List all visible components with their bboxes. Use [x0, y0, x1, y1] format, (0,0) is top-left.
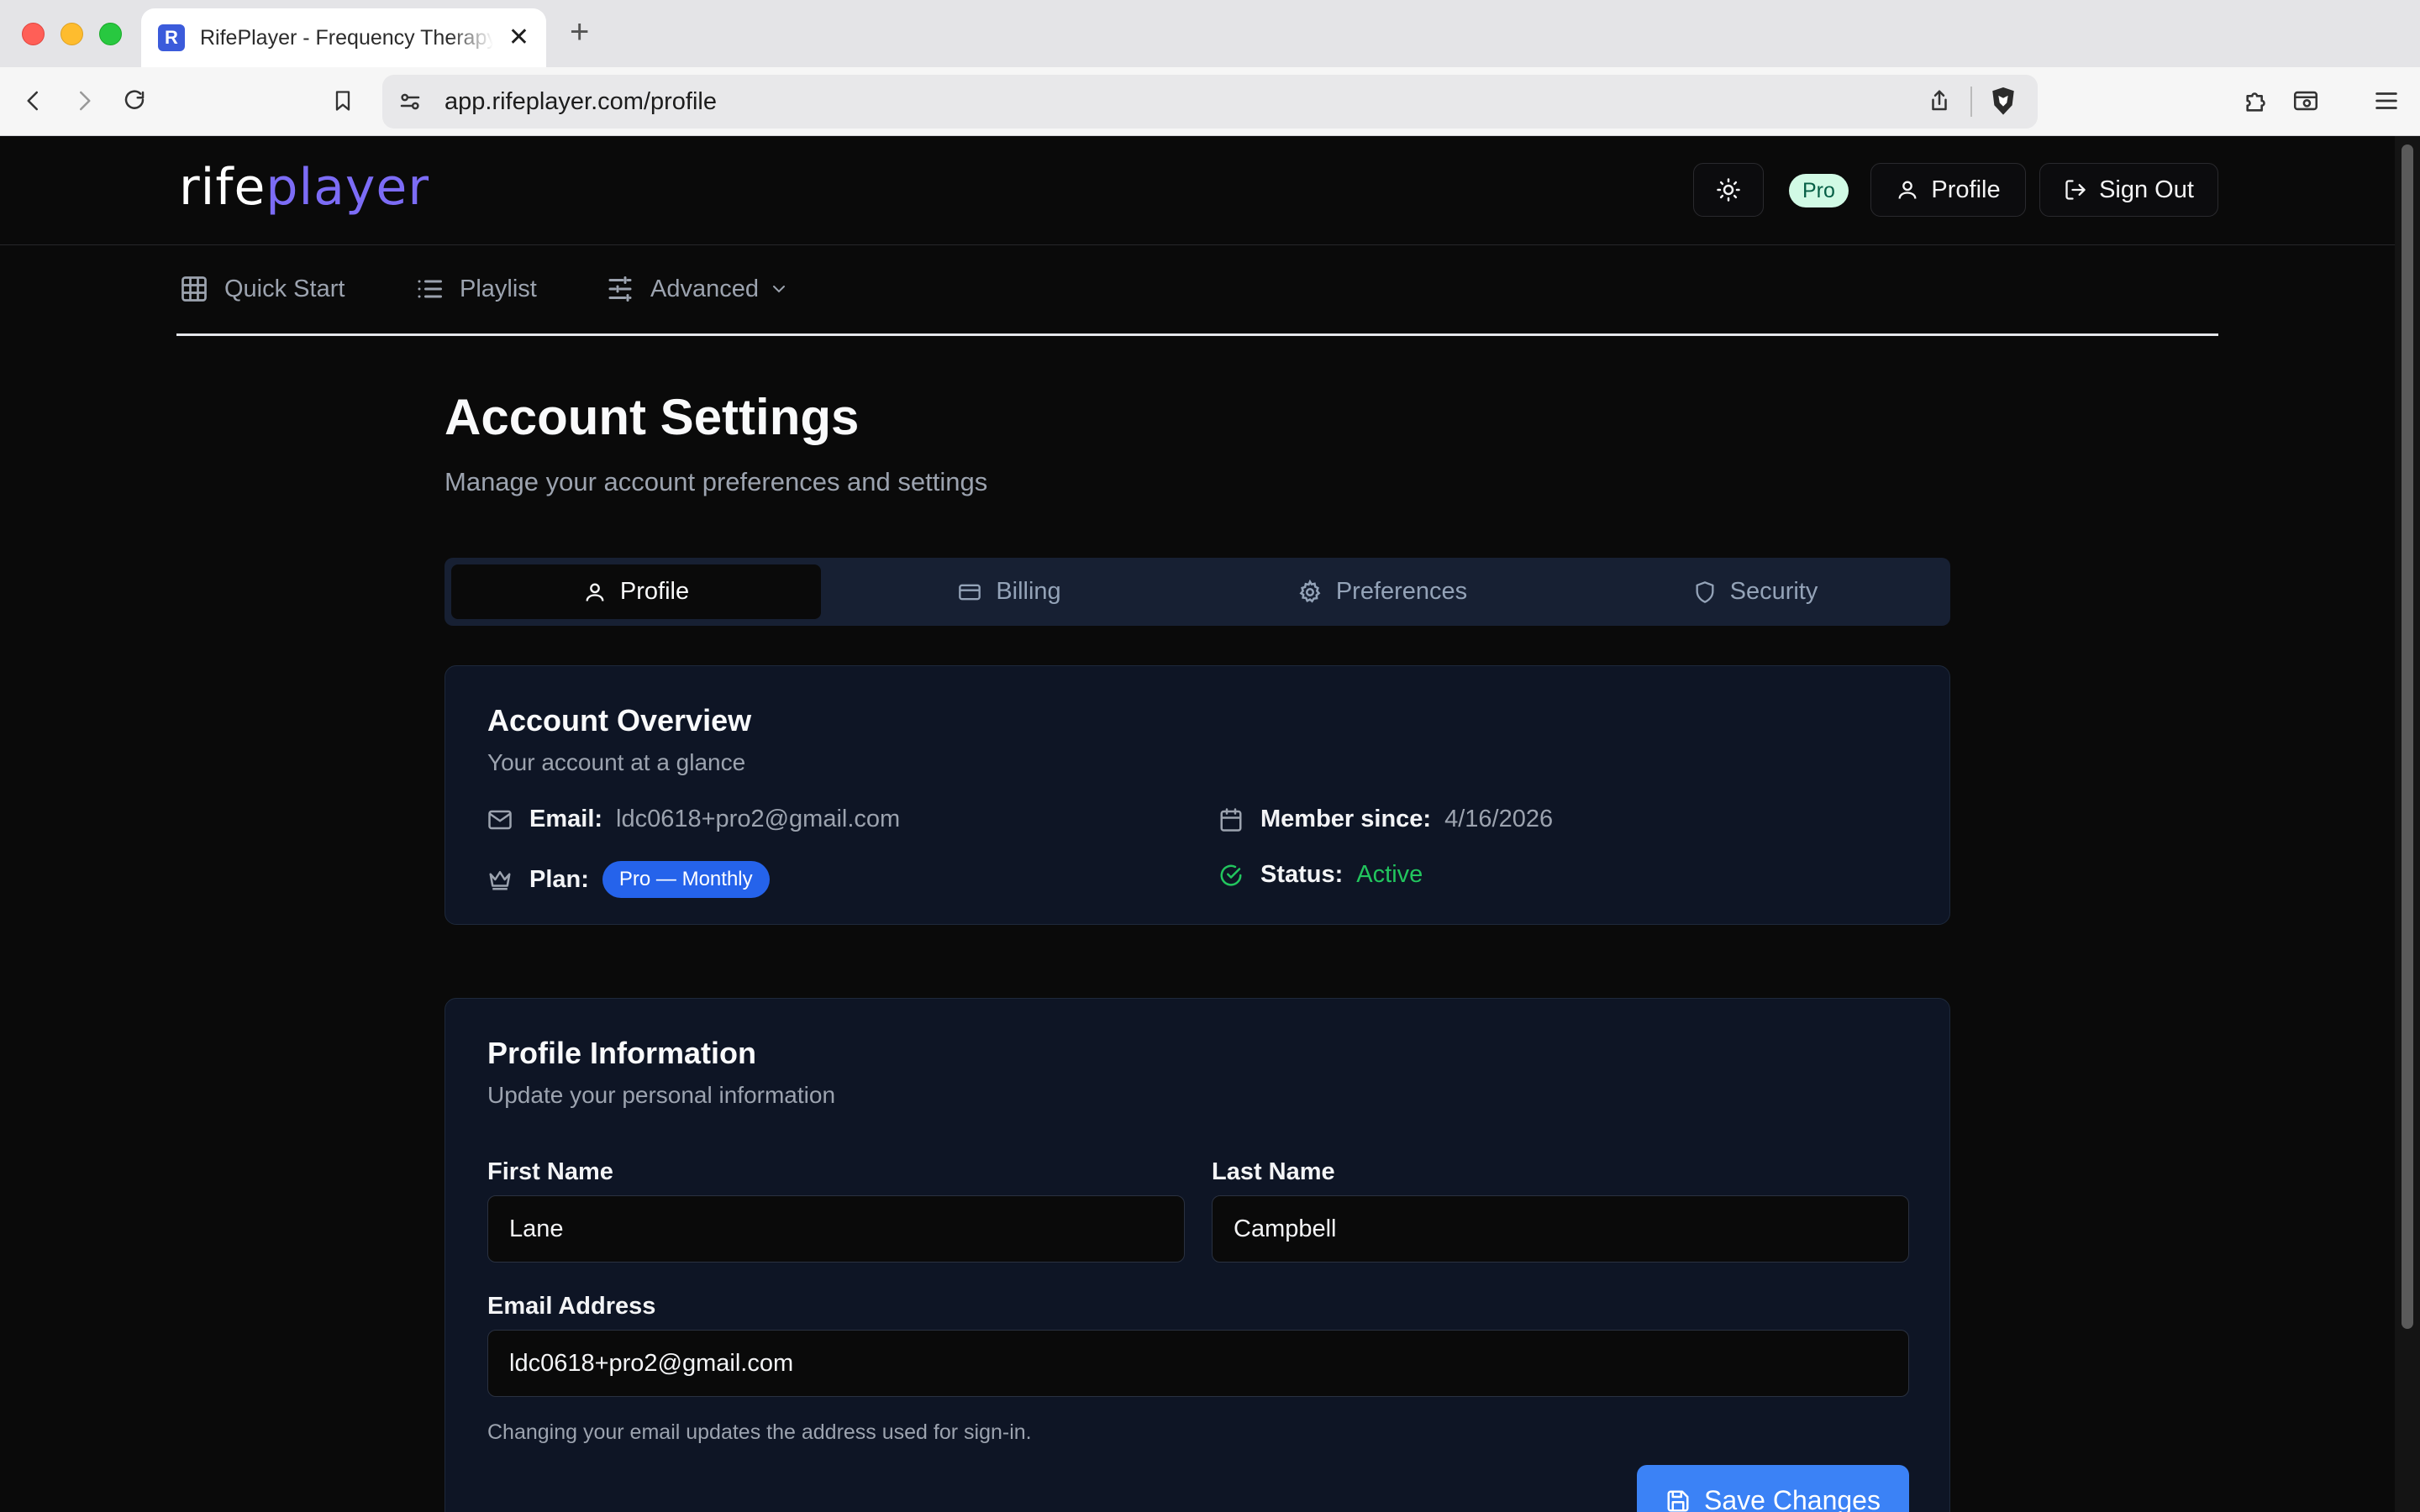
save-changes-button[interactable]: Save Changes — [1637, 1465, 1909, 1512]
address-bar[interactable]: app.rifeplayer.com/profile — [382, 75, 2038, 129]
save-icon — [1667, 1490, 1689, 1511]
site-settings-icon[interactable] — [397, 89, 423, 118]
page-scrollbar[interactable] — [2395, 136, 2420, 1512]
brave-shield-icon[interactable] — [1989, 86, 2018, 122]
member-since-value: 4/16/2026 — [1444, 806, 1554, 832]
reload-icon[interactable] — [116, 82, 153, 119]
sliders-icon — [608, 276, 632, 302]
check-circle-icon — [1220, 864, 1242, 886]
sign-out-button[interactable]: Sign Out — [2039, 163, 2218, 217]
nav-item-quick-start[interactable]: Quick Start — [179, 260, 345, 318]
window-maximize-button[interactable] — [99, 23, 122, 45]
email-address-field[interactable] — [487, 1330, 1909, 1397]
nav-item-advanced[interactable]: Advanced — [605, 260, 789, 318]
settings-tabs: Profile Billing Preferences Security — [445, 558, 1950, 626]
profile-button[interactable]: Profile — [1870, 163, 2026, 217]
card-title: Profile Information — [487, 1036, 757, 1070]
tab-label: Billing — [996, 578, 1061, 605]
nav-item-label: Quick Start — [224, 275, 345, 302]
calendar-icon — [1220, 807, 1242, 832]
email-info: Email: ldc0618+pro2@gmail.com — [487, 806, 900, 833]
sun-icon — [1717, 178, 1740, 202]
tab-label: Preferences — [1335, 578, 1468, 605]
tab-label: Profile — [619, 578, 690, 605]
tab-security[interactable]: Security — [1570, 564, 1940, 619]
gear-icon — [1299, 579, 1321, 603]
nav-item-label: Playlist — [460, 275, 537, 302]
first-name-field[interactable] — [487, 1195, 1185, 1263]
menu-icon[interactable] — [2368, 82, 2405, 119]
app-viewport: rifeplayer Pro Profile Sign Out Quick St… — [0, 136, 2420, 1512]
user-icon — [586, 583, 604, 601]
page-title: Account Settings — [445, 389, 860, 445]
logo-part-player: player — [266, 158, 429, 217]
credit-card-icon — [959, 584, 981, 600]
status-label: Status: — [1260, 861, 1344, 888]
account-overview-card: Account Overview Your account at a glanc… — [445, 665, 1950, 925]
page-subtitle: Manage your account preferences and sett… — [445, 467, 988, 496]
profile-button-label: Profile — [1931, 176, 2001, 203]
tab-billing[interactable]: Billing — [824, 564, 1194, 619]
plan-info: Plan: Pro — Monthly — [487, 861, 770, 898]
sign-out-label: Sign Out — [2099, 176, 2194, 203]
logo[interactable]: rifeplayer — [179, 158, 429, 217]
member-since-info: Member since: 4/16/2026 — [1218, 806, 1553, 833]
share-icon[interactable] — [1927, 87, 1952, 118]
email-label: Email: — [529, 806, 603, 832]
plan-badge: Pro — Monthly — [602, 861, 770, 898]
scrollbar-thumb[interactable] — [2402, 144, 2413, 1329]
browser-tab[interactable]: R RifePlayer - Frequency Therapy ✕ — [141, 8, 546, 67]
last-name-label: Last Name — [1212, 1158, 1335, 1185]
list-icon — [418, 280, 442, 298]
tab-label: Security — [1729, 578, 1818, 605]
crown-icon — [489, 871, 511, 890]
extensions-icon[interactable] — [2238, 82, 2275, 119]
user-icon — [1898, 181, 1917, 199]
bookmark-icon[interactable] — [324, 82, 361, 119]
app-header: rifeplayer Pro Profile Sign Out — [0, 136, 2395, 245]
browser-tab-bar: R RifePlayer - Frequency Therapy ✕ + — [0, 0, 2420, 67]
sidebar-icon[interactable] — [2287, 82, 2324, 119]
email-value: ldc0618+pro2@gmail.com — [616, 806, 901, 832]
tab-preferences[interactable]: Preferences — [1197, 564, 1567, 619]
pro-badge: Pro — [1789, 174, 1849, 207]
nav-item-playlist[interactable]: Playlist — [414, 260, 537, 318]
email-hint: Changing your email updates the address … — [487, 1420, 1032, 1444]
card-subtitle: Update your personal information — [487, 1082, 836, 1108]
profile-information-card: Profile Information Update your personal… — [445, 998, 1950, 1512]
favicon-icon: R — [158, 24, 185, 51]
forward-icon[interactable] — [66, 82, 103, 119]
window-minimize-button[interactable] — [60, 23, 83, 45]
chevron-down-icon — [773, 286, 785, 293]
window-close-button[interactable] — [22, 23, 45, 45]
first-name-label: First Name — [487, 1158, 613, 1185]
plan-label: Plan: — [529, 865, 589, 893]
tab-profile[interactable]: Profile — [451, 564, 821, 619]
tab-close-icon[interactable]: ✕ — [508, 25, 529, 50]
divider — [1970, 87, 1972, 117]
nav-item-label: Advanced — [650, 275, 759, 302]
save-changes-label: Save Changes — [1704, 1485, 1881, 1512]
shield-icon — [1696, 580, 1714, 603]
log-out-icon — [2065, 180, 2086, 200]
url-text: app.rifeplayer.com/profile — [445, 87, 717, 115]
status-value: Active — [1356, 861, 1423, 888]
new-tab-icon[interactable]: + — [570, 15, 589, 49]
card-title: Account Overview — [487, 703, 752, 738]
status-info: Status: Active — [1218, 861, 1423, 889]
grid-icon — [182, 276, 207, 302]
logo-part-rife: rife — [179, 158, 266, 217]
card-subtitle: Your account at a glance — [487, 749, 746, 775]
nav-underline — [176, 333, 2218, 336]
member-since-label: Member since: — [1260, 806, 1432, 832]
email-address-label: Email Address — [487, 1293, 656, 1320]
back-icon[interactable] — [15, 82, 52, 119]
mail-icon — [488, 810, 512, 829]
last-name-field[interactable] — [1212, 1195, 1909, 1263]
theme-toggle-button[interactable] — [1693, 163, 1764, 217]
browser-tab-title: RifePlayer - Frequency Therapy — [200, 25, 493, 50]
